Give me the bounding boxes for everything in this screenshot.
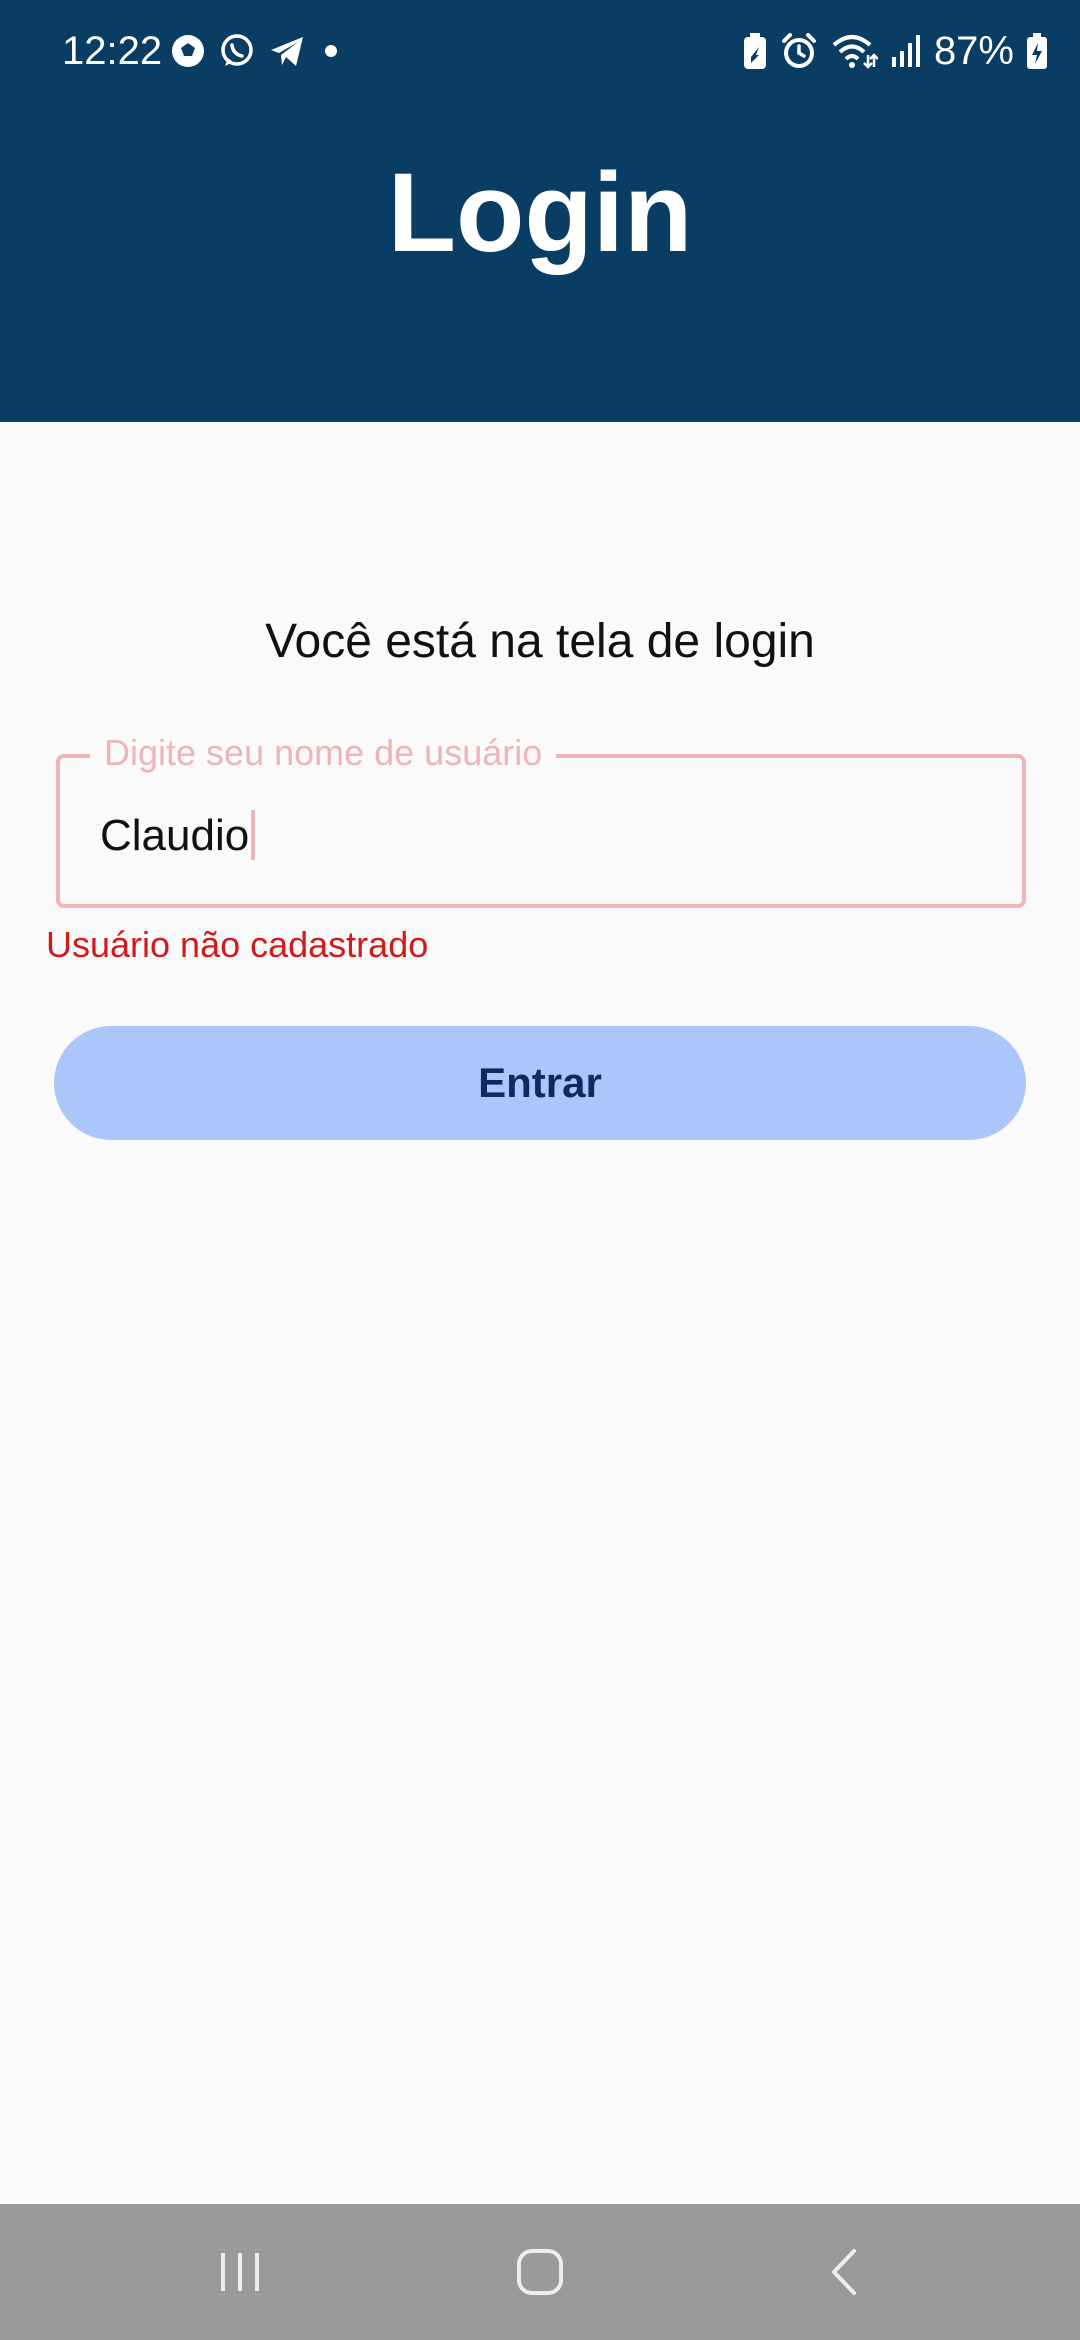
- status-bar: 12:22 87%: [0, 0, 1080, 100]
- dot-icon: [318, 38, 344, 64]
- battery-percent: 87%: [933, 28, 1014, 73]
- screen-subtitle: Você está na tela de login: [265, 615, 815, 668]
- alarm-icon: [780, 32, 818, 70]
- whatsapp-icon: [218, 32, 256, 70]
- enter-button[interactable]: Entrar: [54, 1026, 1026, 1140]
- error-message: Usuário não cadastrado: [46, 924, 429, 965]
- telegram-icon: [268, 32, 306, 70]
- username-field-label: Digite seu nome de usuário: [90, 730, 557, 776]
- status-right-icons: 87%: [742, 26, 1048, 76]
- status-time: 12:22: [62, 29, 163, 73]
- username-field[interactable]: Digite seu nome de usuário Claudio: [56, 730, 1026, 908]
- home-icon[interactable]: [500, 2242, 580, 2302]
- system-nav-bar: [0, 2204, 1080, 2340]
- battery-saver-icon: [742, 31, 768, 71]
- page-title: Login: [387, 150, 693, 275]
- soccer-ball-icon: [170, 33, 206, 69]
- signal-icon: [890, 33, 922, 69]
- back-icon[interactable]: [804, 2242, 884, 2302]
- notification-icons: [170, 28, 344, 74]
- battery-charging-icon: [1026, 31, 1048, 71]
- app-header: 12:22 87% Login: [0, 0, 1080, 422]
- username-input[interactable]: Claudio: [100, 808, 256, 864]
- recent-apps-icon[interactable]: [200, 2242, 280, 2302]
- wifi-icon: [830, 31, 878, 71]
- username-value: Claudio: [100, 811, 250, 860]
- text-cursor: [251, 810, 256, 860]
